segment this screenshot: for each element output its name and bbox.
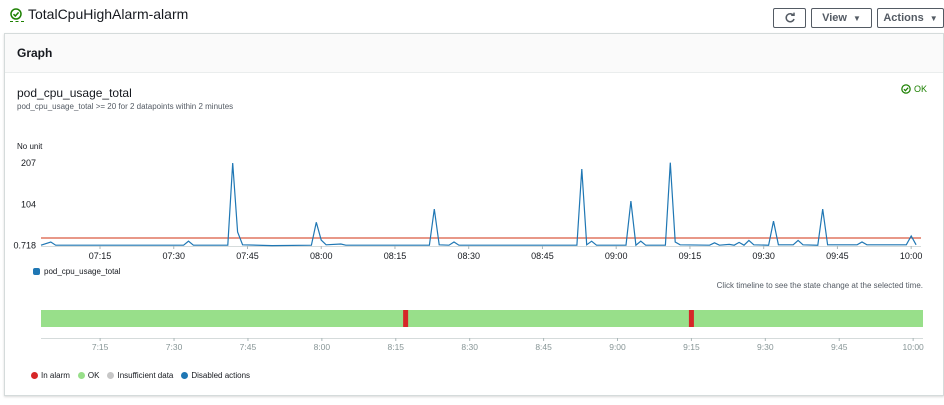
- timeline-alarm-marker: [403, 310, 409, 327]
- x-tick-label: 09:15: [679, 251, 702, 261]
- legend-ok: OK: [77, 371, 100, 380]
- chart-legend[interactable]: pod_cpu_usage_total: [33, 267, 121, 276]
- timeline-tick-label: 7:30: [166, 342, 183, 352]
- alarm-color-dot: [31, 372, 38, 379]
- timeline-hint: Click timeline to see the state change a…: [716, 281, 923, 290]
- timeline-tick-label: 8:30: [461, 342, 478, 352]
- view-dropdown-button[interactable]: View ▼: [811, 8, 872, 28]
- legend-in-alarm: In alarm: [31, 371, 70, 380]
- timeline-ok-bar: [41, 310, 923, 327]
- x-tick-label: 08:15: [384, 251, 407, 261]
- timeline-tick-label: 8:15: [387, 342, 404, 352]
- x-tick-label: 09:00: [605, 251, 628, 261]
- timeline-alarm-marker: [688, 310, 694, 327]
- caret-down-icon: ▼: [929, 13, 938, 23]
- graph-panel: Graph pod_cpu_usage_total pod_cpu_usage_…: [4, 33, 944, 396]
- refresh-icon: [784, 12, 795, 23]
- actions-dropdown-button[interactable]: Actions ▼: [877, 8, 944, 28]
- alarm-header: TotalCpuHighAlarm-alarm View ▼ Actions ▼: [0, 0, 944, 36]
- y-tick-label: 0.718: [13, 241, 36, 251]
- view-label: View: [822, 12, 847, 24]
- timeline-tick-label: 9:15: [683, 342, 700, 352]
- y-tick-label: 104: [21, 199, 36, 209]
- legend-disabled: Disabled actions: [181, 371, 250, 380]
- y-tick-label: 207: [21, 158, 36, 168]
- caret-down-icon: ▼: [852, 13, 861, 23]
- legend-label: OK: [87, 371, 100, 380]
- metric-chart[interactable]: 207 104 0.718 07:15 07:30 07:45 08:00 08:15 08:3…: [5, 34, 943, 395]
- x-tick-label: 07:45: [236, 251, 259, 261]
- x-tick-label: 08:30: [457, 251, 480, 261]
- legend-label: Insufficient data: [117, 371, 174, 380]
- timeline-tick-label: 7:45: [240, 342, 257, 352]
- x-tick-label: 07:30: [162, 251, 185, 261]
- refresh-button[interactable]: [773, 8, 806, 28]
- timeline-tick-label: 8:00: [314, 342, 331, 352]
- legend-insufficient: Insufficient data: [107, 371, 173, 380]
- x-tick-label: 08:00: [310, 251, 333, 261]
- disabled-color-dot: [181, 372, 189, 379]
- legend-series-label: pod_cpu_usage_total: [44, 267, 121, 276]
- timeline-tick-label: 7:15: [92, 342, 109, 352]
- x-tick-label: 09:30: [752, 251, 775, 261]
- series-line: [40, 162, 917, 247]
- timeline-legend: In alarm OK Insufficient data Disabled a…: [31, 371, 250, 380]
- ok-status-icon: [10, 8, 22, 20]
- timeline-tick-label: 10:00: [903, 342, 925, 352]
- insufficient-color-dot: [107, 372, 115, 379]
- x-tick-label: 08:45: [531, 251, 554, 261]
- x-tick-label: 10:00: [900, 251, 923, 261]
- ok-color-dot: [77, 372, 85, 379]
- timeline-tick-label: 8:45: [535, 342, 552, 352]
- x-tick-label: 09:45: [826, 251, 849, 261]
- actions-label: Actions: [883, 12, 924, 24]
- alarm-title: TotalCpuHighAlarm-alarm: [28, 6, 189, 22]
- timeline-tick-label: 9:30: [757, 342, 774, 352]
- legend-label: In alarm: [41, 371, 70, 380]
- timeline-tick-label: 9:45: [831, 342, 848, 352]
- series-color-swatch: [33, 268, 40, 275]
- legend-label: Disabled actions: [191, 371, 251, 380]
- status-underline: [10, 21, 24, 22]
- x-tick-label: 07:15: [89, 251, 112, 261]
- timeline-tick-label: 9:00: [609, 342, 626, 352]
